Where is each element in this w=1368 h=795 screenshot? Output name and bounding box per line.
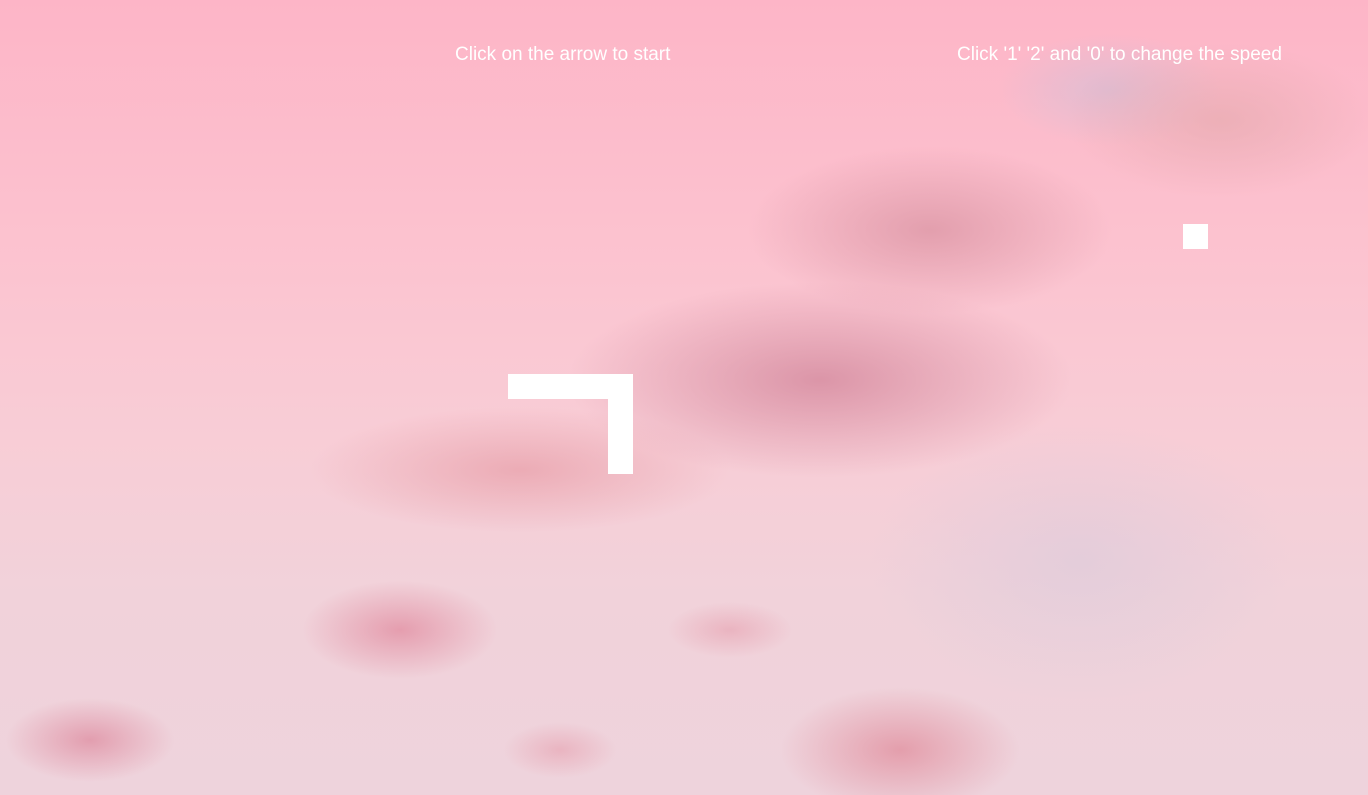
game-canvas[interactable]: { "hints": { "start": "Click on the arro… — [0, 0, 1368, 795]
snake-body-vertical — [608, 374, 633, 474]
food-pellet — [1183, 224, 1208, 249]
snake — [0, 0, 1368, 795]
